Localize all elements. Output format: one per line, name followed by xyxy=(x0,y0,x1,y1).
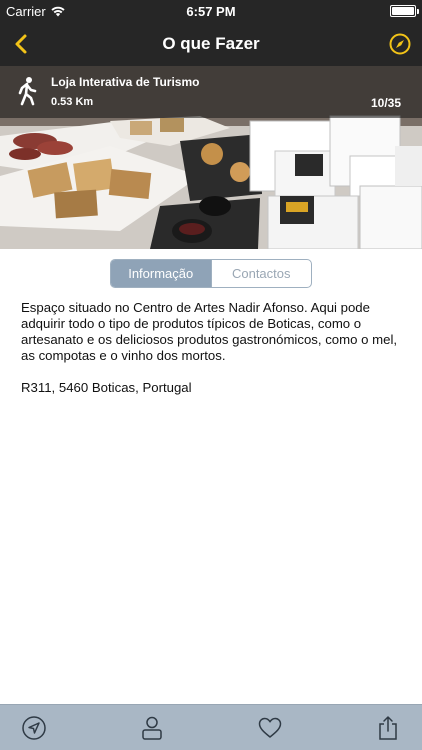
share-button[interactable] xyxy=(375,715,401,741)
location-arrow-icon xyxy=(22,715,46,740)
person-icon xyxy=(142,716,162,740)
segment-contactos[interactable]: Contactos xyxy=(210,260,312,287)
place-photo: Loja Interativa de Turismo 0.53 Km 10/35 xyxy=(0,66,422,249)
compass-icon[interactable] xyxy=(388,32,412,56)
info-segmented-control: Informação Contactos xyxy=(110,259,312,288)
place-distance: 0.53 Km xyxy=(51,96,94,108)
favorite-button[interactable] xyxy=(257,715,283,741)
share-icon xyxy=(379,715,397,740)
place-details: Espaço situado no Centro de Artes Nadir … xyxy=(21,300,401,396)
photo-counter: 10/35 xyxy=(370,96,401,110)
place-name: Loja Interativa de Turismo xyxy=(51,75,200,89)
segment-informacao[interactable]: Informação xyxy=(111,260,211,287)
page-title: O que Fazer xyxy=(162,34,260,53)
place-address: R311, 5460 Boticas, Portugal xyxy=(21,380,192,395)
heart-icon xyxy=(258,717,282,738)
walking-person-icon xyxy=(18,77,37,106)
profile-button[interactable] xyxy=(139,715,165,741)
status-bar: Carrier 6:57 PM xyxy=(0,0,422,22)
navigation-bar: O que Fazer xyxy=(0,22,422,66)
place-description: Espaço situado no Centro de Artes Nadir … xyxy=(21,300,398,363)
bottom-toolbar xyxy=(0,704,422,750)
location-arrow-button[interactable] xyxy=(21,715,47,741)
battery-icon xyxy=(390,5,419,17)
photo-info-overlay xyxy=(0,66,422,118)
status-time: 6:57 PM xyxy=(186,4,236,19)
